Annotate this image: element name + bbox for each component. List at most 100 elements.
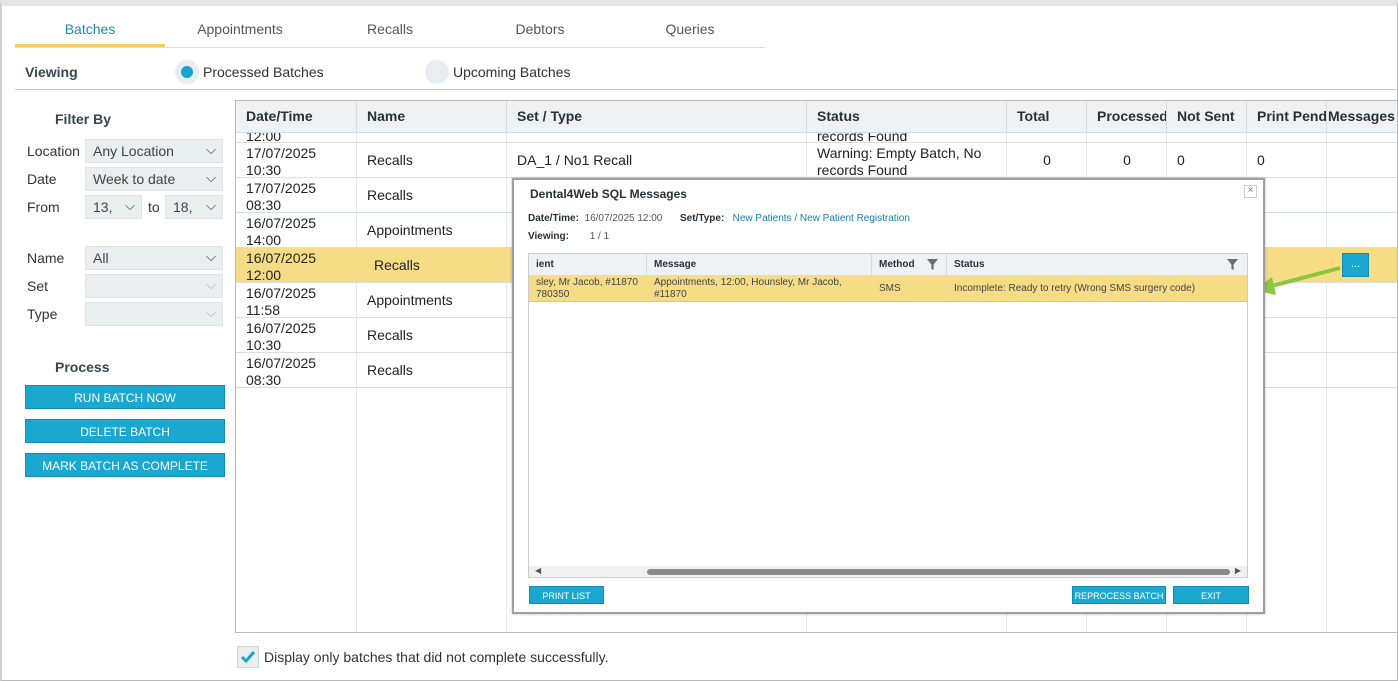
delete-batch-button[interactable]: DELETE BATCH — [25, 419, 225, 443]
col-not-sent[interactable]: Not Sent — [1167, 101, 1247, 133]
cell-name: Recalls — [367, 362, 413, 378]
from-value: 13, — [93, 199, 113, 215]
cell-name: Appointments — [367, 292, 453, 308]
message-line-1: Appointments, 12:00, Hounsley, Mr Jacob, — [654, 277, 842, 288]
cell-status: Warning: Empty Batch, No records Found — [807, 143, 1007, 178]
cell-time: 10:30 — [246, 162, 282, 178]
cell-name: Recalls — [367, 152, 413, 168]
checkbox[interactable] — [237, 646, 259, 668]
name-label: Name — [27, 250, 65, 266]
mark-batch-complete-button[interactable]: MARK BATCH AS COMPLETE — [25, 453, 225, 477]
processed-batches-radio[interactable]: Processed Batches — [175, 60, 324, 84]
cell-date: 16/07/2025 — [246, 215, 317, 231]
cell-date: 17/07/2025 — [246, 180, 317, 196]
run-batch-now-button[interactable]: RUN BATCH NOW — [25, 385, 225, 409]
from-date-select[interactable]: 13, ⌵ — [85, 195, 142, 219]
set-select[interactable]: ⌵ — [85, 274, 223, 298]
name-select[interactable]: All ⌵ — [85, 246, 223, 270]
reprocess-batch-button[interactable]: REPROCESS BATCH — [1072, 586, 1166, 604]
settype-label: Set/Type: — [680, 213, 725, 224]
col-messages[interactable]: Messages — [1327, 101, 1397, 133]
upcoming-batches-label: Upcoming Batches — [453, 64, 571, 80]
status-line-1: Warning: Empty Batch, No — [817, 145, 982, 161]
datetime-label: Date/Time: — [528, 213, 579, 224]
message-row[interactable]: sley, Mr Jacob, #11870 780350 Appointmen… — [529, 276, 1247, 302]
only-failed-checkbox-row[interactable]: Display only batches that did not comple… — [237, 646, 608, 668]
col-status[interactable]: Status — [807, 101, 1007, 133]
close-icon[interactable]: × — [1244, 185, 1257, 198]
cell-datetime: 16/07/2025 12:00 — [236, 248, 356, 283]
exit-button[interactable]: EXIT — [1173, 586, 1249, 604]
processed-batches-label: Processed Batches — [203, 64, 324, 80]
location-select[interactable]: Any Location ⌵ — [85, 139, 223, 163]
cell-date: 16/07/2025 — [246, 355, 317, 371]
chevron-down-icon: ⌵ — [206, 198, 216, 213]
date-select[interactable]: Week to date ⌵ — [85, 167, 223, 191]
type-select[interactable]: ⌵ — [85, 302, 223, 326]
tab-appointments[interactable]: Appointments — [165, 10, 315, 47]
scrollbar-thumb[interactable] — [647, 569, 1230, 575]
cell-message: Appointments, 12:00, Hounsley, Mr Jacob,… — [647, 276, 872, 302]
cell-set-type: DA_1 / No1 Recall — [517, 152, 633, 168]
status-line-2: records Found — [817, 162, 908, 178]
radio-unselected-icon — [425, 60, 449, 84]
col-status[interactable]: Status — [947, 254, 1247, 276]
checkmark-icon — [240, 651, 256, 664]
cell-time: 14:00 — [246, 232, 282, 248]
col-processed[interactable]: Processed — [1087, 101, 1167, 133]
print-list-button[interactable]: PRINT LIST — [529, 586, 604, 604]
col-set-type[interactable]: Set / Type — [507, 101, 807, 133]
tab-recalls[interactable]: Recalls — [315, 10, 465, 47]
chevron-down-icon: ⌵ — [206, 142, 216, 157]
set-label: Set — [27, 278, 49, 294]
col-total[interactable]: Total — [1007, 101, 1087, 133]
viewing-value: 1 / 1 — [589, 231, 610, 242]
table-row[interactable]: 12:00 records Found — [236, 133, 1397, 143]
cell-name: Appointments — [367, 222, 453, 238]
cell-time: 08:30 — [246, 197, 282, 213]
cell-processed: 0 — [1123, 152, 1131, 168]
chevron-down-icon: ⌵ — [206, 277, 216, 292]
messages-button[interactable]: ... — [1342, 253, 1369, 277]
cell-time: 10:30 — [246, 337, 282, 353]
cell-not-sent: 0 — [1177, 152, 1185, 168]
viewing-info: Viewing: 1 / 1 — [528, 231, 609, 242]
col-message[interactable]: Message — [647, 254, 872, 276]
chevron-down-icon: ⌵ — [125, 198, 135, 213]
cell-datetime: 16/07/2025 10:30 — [236, 318, 356, 353]
upcoming-batches-radio[interactable]: Upcoming Batches — [425, 60, 571, 84]
cell-date: 16/07/2025 — [246, 320, 317, 336]
radio-selected-icon — [175, 60, 199, 84]
filter-icon[interactable] — [1227, 259, 1238, 270]
cell-name: Recalls — [367, 327, 413, 343]
scroll-left-icon[interactable]: ◀ — [535, 566, 541, 575]
cell-patient: sley, Mr Jacob, #11870 780350 — [529, 276, 647, 302]
cell-date: 16/07/2025 — [246, 250, 317, 266]
filter-by-title: Filter By — [55, 111, 112, 127]
cell-datetime: 16/07/2025 11:58 — [236, 283, 356, 318]
scroll-right-icon[interactable]: ▶ — [1235, 566, 1241, 575]
location-value: Any Location — [93, 143, 174, 159]
horizontal-scrollbar[interactable]: ◀ ▶ — [529, 566, 1247, 577]
settype-value: New Patients / New Patient Registration — [732, 213, 910, 224]
col-print-pending[interactable]: Print Pending — [1247, 101, 1327, 133]
from-label: From — [27, 199, 60, 215]
col-patient[interactable]: ient — [529, 254, 647, 276]
location-label: Location — [27, 143, 80, 159]
message-line-2: #11870 — [654, 289, 687, 300]
to-date-select[interactable]: 18, ⌵ — [165, 195, 223, 219]
sql-messages-dialog: Dental4Web SQL Messages × Date/Time: 16/… — [512, 178, 1265, 614]
dialog-title: Dental4Web SQL Messages — [530, 187, 687, 201]
table-row[interactable]: 17/07/2025 10:30 Recalls DA_1 / No1 Reca… — [236, 143, 1397, 178]
messages-grid: ient Message Method Status sley, Mr Jaco… — [528, 253, 1248, 578]
chevron-down-icon: ⌵ — [206, 305, 216, 320]
patient-line-2: 780350 — [536, 289, 570, 300]
col-datetime[interactable]: Date/Time — [236, 101, 357, 133]
tab-queries[interactable]: Queries — [615, 10, 765, 47]
filter-icon[interactable] — [927, 259, 938, 270]
col-name[interactable]: Name — [357, 101, 507, 133]
tab-batches[interactable]: Batches — [15, 10, 165, 47]
cell-total: 0 — [1043, 152, 1051, 168]
viewing-label: Viewing: — [528, 231, 569, 242]
tab-debtors[interactable]: Debtors — [465, 10, 615, 47]
